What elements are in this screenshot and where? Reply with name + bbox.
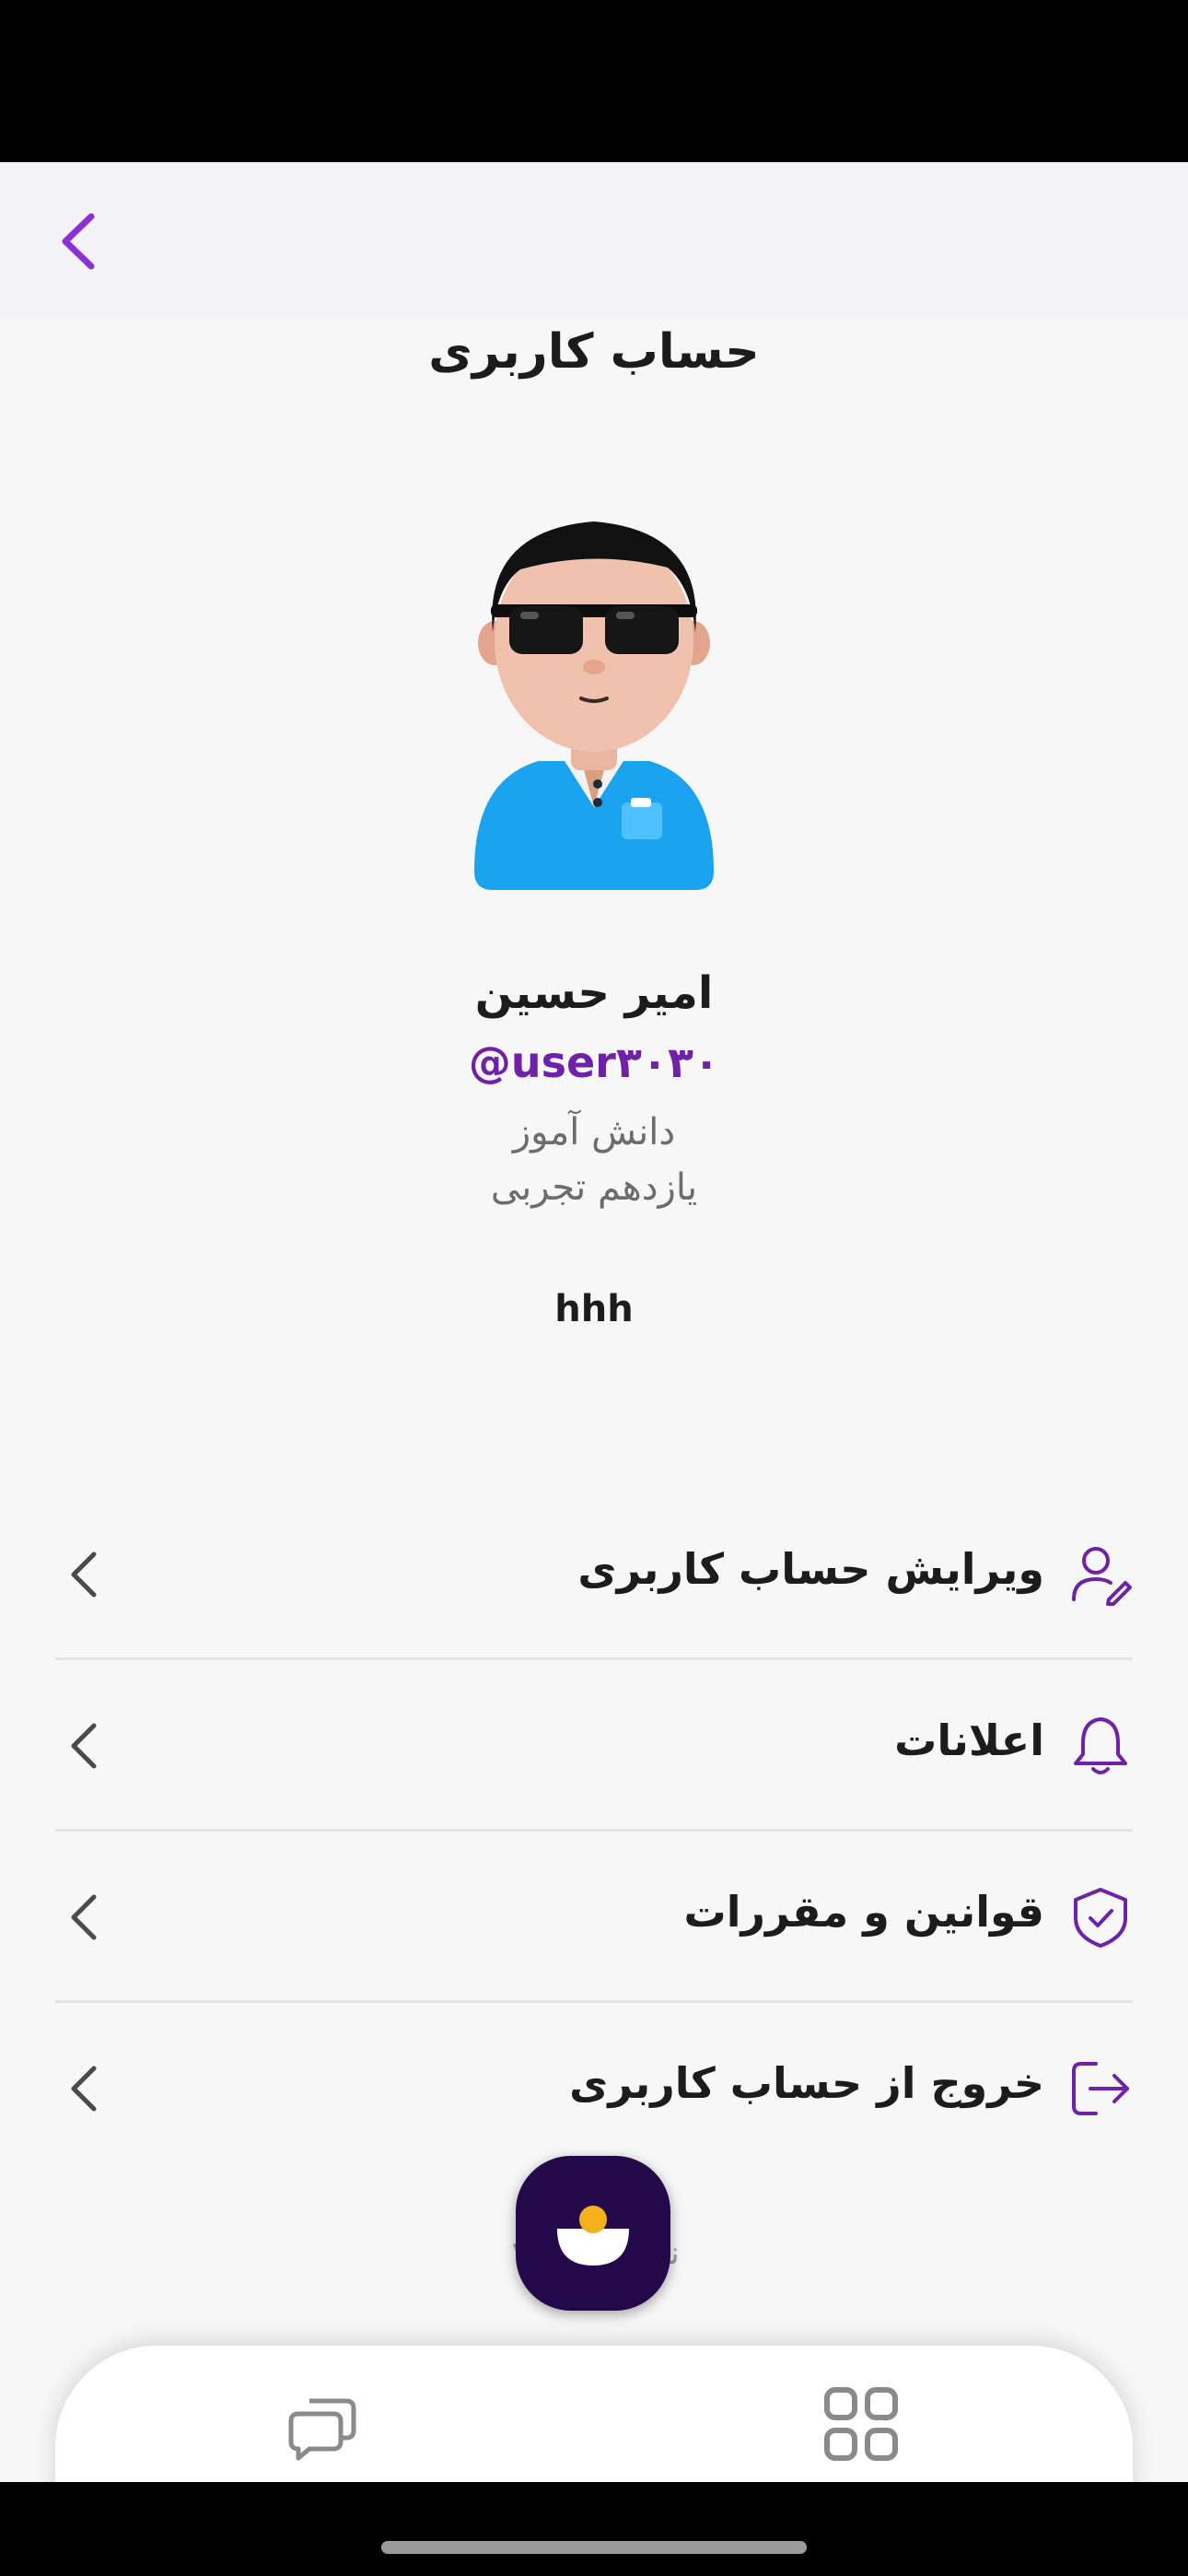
chevron-left-icon: [71, 1894, 97, 1940]
menu-item-terms[interactable]: قوانین و مقررات: [55, 1832, 1133, 2003]
chevron-left-icon: [71, 2066, 97, 2112]
user-bio: hhh: [554, 1288, 634, 1330]
menu-item-logout[interactable]: خروج از حساب کاربری: [55, 2003, 1133, 2174]
menu-item-edit-account[interactable]: ویرایش حساب کاربری: [55, 1489, 1133, 1660]
back-button[interactable]: [46, 205, 111, 278]
menu-item-label: قوانین و مقررات: [683, 1887, 1044, 1937]
user-name: امیر حسین: [474, 967, 714, 1019]
menu-item-label: خروج از حساب کاربری: [569, 2058, 1044, 2108]
bell-icon: [1074, 1717, 1127, 1774]
chevron-left-icon: [71, 1551, 97, 1598]
profile-screen: حساب کاربری امیر حسین @user۳۰۳۰ دانش آمو…: [0, 162, 1188, 2530]
user-edit-icon: [1072, 1547, 1132, 1606]
user-grade: یازدهم تجربی: [490, 1166, 698, 1209]
chevron-left-icon: [71, 1723, 97, 1769]
menu-item-notifications[interactable]: اعلانات: [55, 1660, 1133, 1832]
chevron-left-icon: [62, 213, 95, 270]
chat-icon[interactable]: [285, 2392, 359, 2465]
home-icon: [557, 2206, 629, 2266]
settings-menu: ویرایش حساب کاربری اعلانات قوانین و مقرر…: [55, 1489, 1133, 2174]
grid-icon[interactable]: [823, 2386, 899, 2462]
shield-check-icon: [1074, 1888, 1127, 1948]
home-indicator[interactable]: [381, 2541, 807, 2554]
user-role: دانش آموز: [512, 1111, 676, 1153]
avatar: [456, 503, 732, 908]
top-bar: [0, 162, 1188, 319]
home-button[interactable]: [516, 2156, 670, 2311]
menu-item-label: اعلانات: [894, 1715, 1044, 1765]
username: @user۳۰۳۰: [468, 1037, 720, 1087]
status-bar: [0, 0, 1188, 162]
menu-item-label: ویرایش حساب کاربری: [577, 1544, 1044, 1594]
system-home-bar: [0, 2482, 1188, 2576]
logout-icon: [1072, 2062, 1129, 2115]
page-title: حساب کاربری: [428, 324, 760, 380]
